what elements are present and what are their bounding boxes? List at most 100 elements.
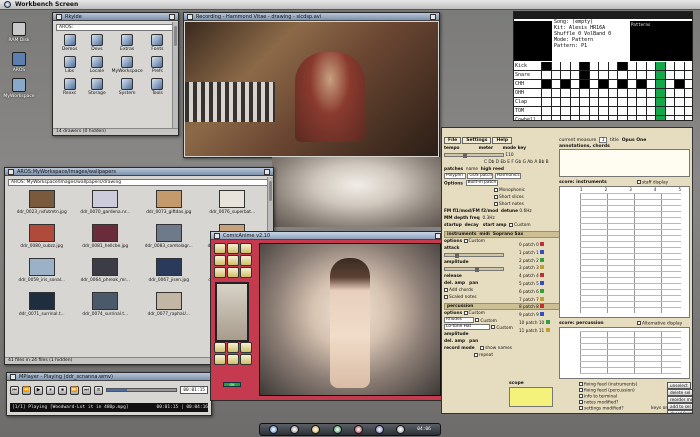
tracker-step-cell[interactable]	[666, 107, 675, 115]
tracker-instrument-label[interactable]: Snare	[514, 71, 542, 79]
option-checkbox[interactable]: fixing feed (instruments)	[579, 382, 637, 388]
tracker-step-cell[interactable]	[618, 80, 628, 88]
composer-action-button[interactable]: unselect	[667, 382, 691, 389]
tracker-step-cell[interactable]	[637, 107, 647, 115]
drawer-item[interactable]: Storage	[84, 77, 109, 97]
tracker-patterns-panel[interactable]: Patterns	[630, 21, 692, 61]
tracker-step-cell[interactable]	[552, 116, 561, 120]
depth-icon[interactable]	[169, 13, 175, 20]
tracker-step-cell[interactable]	[675, 71, 685, 79]
system-menu-icon[interactable]	[4, 1, 11, 8]
option-checkbox[interactable]: settings modified?	[579, 406, 624, 412]
gus-patch-button[interactable]: GUS patch	[467, 173, 494, 179]
tracker-step-cell[interactable]	[656, 98, 666, 106]
tracker-step-cell[interactable]	[542, 107, 552, 115]
annotations-box[interactable]	[559, 149, 690, 177]
close-icon[interactable]	[10, 373, 16, 380]
composer-action-button[interactable]: chord form	[667, 410, 692, 413]
tracker-step-cell[interactable]	[637, 80, 647, 88]
patch-list-item[interactable]: 8 patch 8	[519, 303, 559, 311]
tracker-step-cell[interactable]	[647, 71, 656, 79]
tracker-step-cell[interactable]	[571, 107, 580, 115]
viewer-titlebar[interactable]: ComicAnime v2.10	[211, 232, 444, 240]
tracker-step-cell[interactable]	[609, 98, 618, 106]
tracker-step-cell[interactable]	[542, 116, 552, 120]
tracker-step-cell[interactable]	[666, 80, 675, 88]
tracker-step-cell[interactable]	[647, 89, 656, 97]
thumbnail-item[interactable]: ddr_0070_gardena.nr...	[75, 189, 137, 221]
tracker-step-cell[interactable]	[590, 116, 599, 120]
tracker-step-cell[interactable]	[656, 71, 666, 79]
composer-action-button[interactable]: add to sel	[667, 403, 692, 410]
tracker-step-cell[interactable]	[599, 98, 609, 106]
thumbnail-item[interactable]: ddr_0083_comtolagr...	[138, 223, 200, 255]
tracker-step-cell[interactable]	[561, 107, 571, 115]
option-checkbox[interactable]: info to terminal	[579, 394, 617, 400]
drawer-item[interactable]: Rexxc	[57, 77, 82, 97]
tracker-step-cell[interactable]	[609, 71, 618, 79]
tracker-instrument-label[interactable]: CHH	[514, 80, 542, 88]
player-titlebar[interactable]: MPlayer - Playing (ddr_scnanna.wmv)	[7, 373, 211, 381]
patch-list-item[interactable]: 7 patch 7	[519, 296, 559, 304]
dock-trash-icon[interactable]	[396, 425, 406, 434]
tracker-instrument-label[interactable]: TOM	[514, 107, 542, 115]
tracker-step-cell[interactable]	[599, 80, 609, 88]
patch-list-item[interactable]: 0 patch 0	[519, 241, 559, 249]
tracker-step-cell[interactable]	[580, 98, 590, 106]
images-titlebar[interactable]: AROS:MyWorkspace/Images/wallpapers	[5, 168, 273, 176]
tracker-step-cell[interactable]	[647, 62, 656, 70]
tracker-step-cell[interactable]	[647, 107, 656, 115]
thumbnail-item[interactable]: ddr_0077_raphaU...	[138, 291, 200, 323]
tracker-step-cell[interactable]	[552, 71, 561, 79]
viewer-ok-button[interactable]: OK	[223, 382, 241, 387]
drawer-item[interactable]: Locale	[84, 55, 109, 75]
tracker-step-cell[interactable]	[561, 98, 571, 106]
tracker-step-cell[interactable]	[580, 107, 590, 115]
close-icon[interactable]	[56, 13, 62, 20]
zoom-out-icon[interactable]	[227, 267, 239, 278]
seek-bar[interactable]	[106, 388, 178, 392]
patch-list-item[interactable]: 11 patch 11	[519, 327, 559, 335]
tracker-step-cell[interactable]	[618, 89, 628, 97]
tracker-step-cell[interactable]	[675, 80, 685, 88]
play-icon[interactable]: ▶	[34, 385, 43, 395]
tracker-step-cell[interactable]	[685, 71, 693, 79]
tracker-sequence-panel[interactable]	[514, 21, 552, 61]
drawer-item[interactable]: Tools	[145, 77, 170, 97]
tracker-step-cell[interactable]	[637, 71, 647, 79]
builtin-patch-button[interactable]: Built-in patch	[465, 180, 499, 186]
tracker-step-cell[interactable]	[561, 116, 571, 120]
info-icon[interactable]	[227, 354, 239, 365]
tracker-step-cell[interactable]	[571, 80, 580, 88]
tracker-instrument-label[interactable]: Clap	[514, 98, 542, 106]
rewind-icon[interactable]: ⏪	[22, 385, 31, 395]
tracker-step-cell[interactable]	[685, 89, 693, 97]
drawer-item[interactable]: Demos	[57, 33, 82, 53]
tracker-step-cell[interactable]	[618, 98, 628, 106]
zoom-icon[interactable]	[430, 13, 436, 20]
rotate-icon[interactable]	[240, 267, 252, 278]
delete-icon[interactable]	[214, 354, 226, 365]
thumbnail-item[interactable]: ddr_0076_superbat...	[202, 189, 264, 221]
tracker-step-cell[interactable]	[685, 80, 693, 88]
close-icon[interactable]	[8, 168, 14, 175]
tracker-step-cell[interactable]	[571, 89, 580, 97]
title-field[interactable]: Opus One	[622, 138, 647, 143]
tracker-step-cell[interactable]	[675, 89, 685, 97]
prev-icon[interactable]	[214, 255, 226, 266]
tracker-step-cell[interactable]	[666, 62, 675, 70]
drawer-item[interactable]: Fonts	[145, 33, 170, 53]
menu-settings[interactable]: Settings	[462, 137, 492, 144]
tracker-step-cell[interactable]	[580, 62, 590, 70]
alt-display-checkbox[interactable]	[637, 321, 641, 325]
tracker-step-cell[interactable]	[599, 89, 609, 97]
composer-action-button[interactable]: delete sel	[667, 389, 692, 396]
forward-icon[interactable]: ⏩	[70, 385, 79, 395]
tracker-step-cell[interactable]	[637, 116, 647, 120]
tracker-step-cell[interactable]	[609, 80, 618, 88]
tracker-step-cell[interactable]	[599, 116, 609, 120]
tracker-step-cell[interactable]	[647, 80, 656, 88]
dock-wanderer-icon[interactable]	[269, 425, 279, 434]
video-titlebar[interactable]: Recording - Hammond Vitae - drawing - si…	[184, 13, 439, 21]
tracker-step-cell[interactable]	[618, 62, 628, 70]
